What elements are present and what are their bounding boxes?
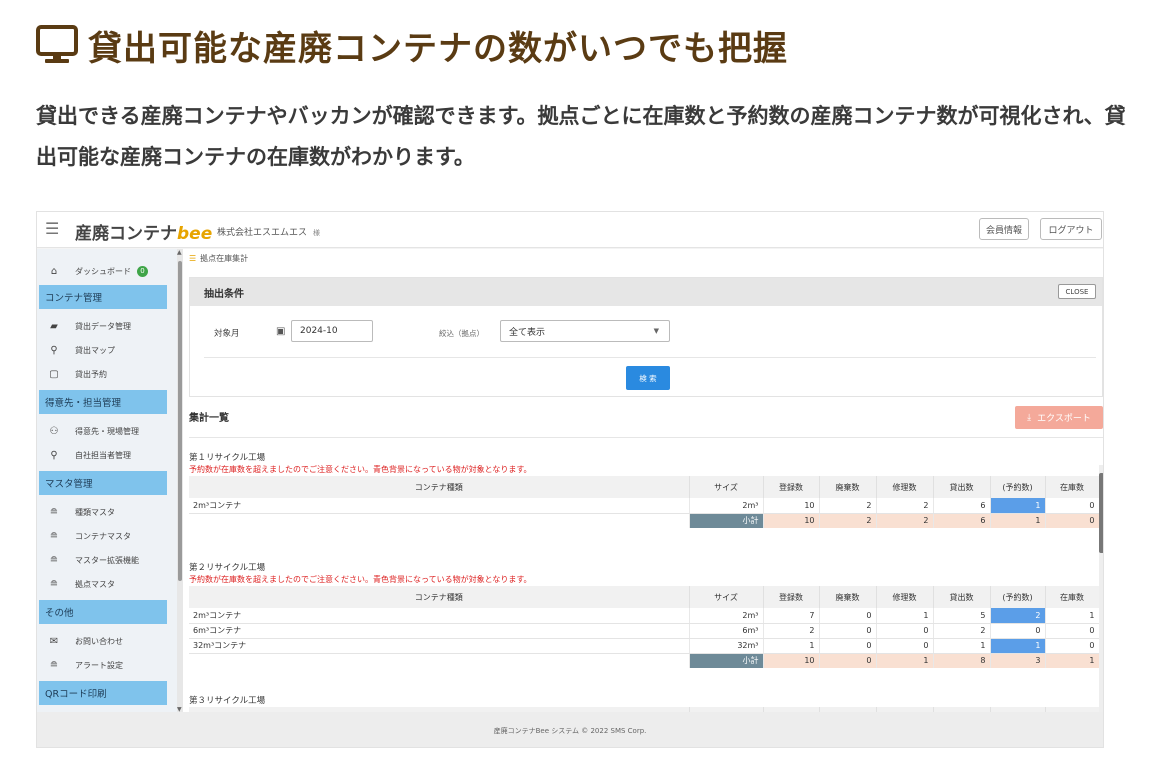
sidebar-section-container[interactable]: コンテナ管理 bbox=[39, 285, 167, 309]
breadcrumb: ☰ 拠点在庫集計 bbox=[189, 254, 249, 263]
inventory-table: コンテナ種類 サイズ 登録数 廃棄数 修理数 貸出数 (予約数) 在庫数 2m³コンテナ 2m… bbox=[189, 476, 1100, 528]
sidebar-item-master-extension[interactable]: ≘ マスター拡張機能 bbox=[37, 549, 177, 571]
table-header-row: コンテナ種類サイズ登録数廃棄数修理数貸出数(予約数)在庫数 bbox=[189, 476, 1100, 498]
app-logo: 産廃コンテナbee bbox=[75, 224, 213, 244]
table-header-row: コンテナ種類サイズ登録数廃棄数修理数貸出数(予約数)在庫数 bbox=[189, 586, 1100, 608]
warning-message: 予約数が在庫数を超えましたのでご注意ください。青色背景になっている物が対象となり… bbox=[189, 465, 532, 474]
month-label: 対象月 bbox=[214, 329, 240, 339]
divider bbox=[189, 437, 1103, 438]
warning-message: 予約数が在庫数を超えましたのでご注意ください。青色背景になっている物が対象となり… bbox=[189, 575, 532, 584]
alert-cell: 1 bbox=[990, 638, 1046, 654]
calendar-icon: ▢ bbox=[49, 368, 59, 380]
subtotal-row: 小計 10 0 1 8 3 1 bbox=[189, 653, 1100, 668]
users-icon: ⚇ bbox=[49, 425, 59, 437]
footer: 産廃コンテナBee システム © 2022 SMS Corp. bbox=[37, 712, 1103, 747]
sidebar-item-lending-data[interactable]: ▰ 貸出データ管理 bbox=[37, 315, 177, 337]
database-icon: ≘ bbox=[49, 554, 59, 566]
sidebar-section-other[interactable]: その他 bbox=[39, 600, 167, 624]
map-pin-icon: ⚲ bbox=[50, 344, 58, 356]
promo-title: 貸出可能な産廃コンテナの数がいつでも把握 bbox=[88, 28, 788, 69]
sidebar-item-lending-reservation[interactable]: ▢ 貸出予約 bbox=[37, 363, 177, 385]
hamburger-menu-icon[interactable]: ☰ bbox=[45, 219, 59, 238]
notification-badge: 0 bbox=[137, 265, 148, 277]
factory-section: 第３リサイクル工場 コンテナ種類サイズ登録数廃棄数修理数貸出数(予約数)在庫数 bbox=[189, 695, 1100, 712]
list-title: 集計一覧 bbox=[189, 413, 229, 424]
sidebar: ⌂ ダッシュボード 0 コンテナ管理 ▰ 貸出データ管理 ⚲ 貸出マップ ▢ 貸… bbox=[37, 249, 177, 712]
top-bar: ☰ 産廃コンテナbee 株式会社エスエムエス様 会員情報 ログアウト bbox=[37, 212, 1103, 248]
sidebar-item-base-master[interactable]: ≘ 拠点マスタ bbox=[37, 573, 177, 595]
factory-name: 第１リサイクル工場 bbox=[189, 453, 266, 463]
sidebar-item-container-master[interactable]: ≘ コンテナマスタ bbox=[37, 525, 177, 547]
calendar-icon[interactable]: ▣ bbox=[276, 326, 285, 337]
inventory-table: コンテナ種類 サイズ 登録数 廃棄数 修理数 貸出数 (予約数) 在庫数 2m³コンテナ 2m… bbox=[189, 586, 1100, 668]
database-icon: ≘ bbox=[49, 506, 59, 518]
user-icon: ⚲ bbox=[50, 449, 58, 461]
member-info-button[interactable]: 会員情報 bbox=[979, 218, 1029, 240]
database-icon: ≘ bbox=[49, 530, 59, 542]
export-button[interactable]: ⤓ エクスポート bbox=[1015, 406, 1103, 429]
chevron-down-icon: ▼ bbox=[653, 327, 659, 335]
table-row: 6m³コンテナ 6m³ 2 0 0 2 0 0 bbox=[189, 623, 1100, 639]
promo-heading: 貸出可能な産廃コンテナの数がいつでも把握 bbox=[36, 20, 788, 70]
table-row: 2m³コンテナ 2m³ 10 2 2 6 1 0 bbox=[189, 498, 1100, 514]
subtotal-row: 小計 10 2 2 6 1 0 bbox=[189, 513, 1100, 528]
mail-icon: ✉ bbox=[49, 635, 59, 647]
factory-name: 第３リサイクル工場 bbox=[189, 696, 266, 706]
sidebar-item-customers-sites[interactable]: ⚇ 得意先・現場管理 bbox=[37, 420, 177, 442]
sidebar-item-contact[interactable]: ✉ お問い合わせ bbox=[37, 630, 177, 652]
filter-panel: 抽出条件 CLOSE 対象月 ▣ 2024-10 絞込（拠点） 全て表示 ▼ 検… bbox=[189, 277, 1103, 397]
table-scrollbar[interactable] bbox=[1099, 465, 1103, 712]
scroll-up-icon[interactable]: ▲ bbox=[177, 249, 182, 256]
table-row: 2m³コンテナ 2m³ 7 0 1 5 2 1 bbox=[189, 608, 1100, 624]
home-icon: ⌂ bbox=[50, 265, 58, 277]
download-icon: ⤓ bbox=[1027, 412, 1032, 423]
logout-button[interactable]: ログアウト bbox=[1040, 218, 1102, 240]
table-row: 32m³コンテナ 32m³ 1 0 0 1 1 0 bbox=[189, 638, 1100, 654]
factory-name: 第２リサイクル工場 bbox=[189, 563, 266, 573]
truck-icon: ▰ bbox=[50, 320, 58, 332]
alert-cell: 1 bbox=[990, 498, 1046, 514]
company-name: 株式会社エスエムエス様 bbox=[217, 228, 321, 238]
close-button[interactable]: CLOSE bbox=[1058, 284, 1096, 299]
list-icon: ☰ bbox=[189, 254, 197, 263]
month-input[interactable]: 2024-10 bbox=[291, 320, 373, 342]
sidebar-item-alert-settings[interactable]: ≘ アラート設定 bbox=[37, 654, 177, 676]
base-select[interactable]: 全て表示 ▼ bbox=[500, 320, 670, 342]
main-content: ☰ 拠点在庫集計 抽出条件 CLOSE 対象月 ▣ 2024-10 絞込（拠点） … bbox=[183, 249, 1103, 712]
sidebar-item-lending-map[interactable]: ⚲ 貸出マップ bbox=[37, 339, 177, 361]
alert-cell: 2 bbox=[990, 608, 1046, 624]
promo-description: 貸出できる産廃コンテナやバッカンが確認できます。拠点ごとに在庫数と予約数の産廃コ… bbox=[36, 104, 1126, 169]
search-button[interactable]: 検 索 bbox=[626, 366, 670, 390]
database-icon: ≘ bbox=[49, 578, 59, 590]
sidebar-section-master[interactable]: マスタ管理 bbox=[39, 471, 167, 495]
factory-section: 第２リサイクル工場 予約数が在庫数を超えましたのでご注意ください。青色背景になっ… bbox=[189, 562, 1100, 668]
sidebar-item-dashboard[interactable]: ⌂ ダッシュボード 0 bbox=[37, 260, 177, 282]
base-filter-label: 絞込（拠点） bbox=[439, 329, 484, 338]
sidebar-item-staff[interactable]: ⚲ 自社担当者管理 bbox=[37, 444, 177, 466]
sidebar-item-type-master[interactable]: ≘ 種類マスタ bbox=[37, 501, 177, 523]
monitor-icon bbox=[36, 25, 78, 63]
sidebar-section-customers[interactable]: 得意先・担当管理 bbox=[39, 390, 167, 414]
app-window: ☰ 産廃コンテナbee 株式会社エスエムエス様 会員情報 ログアウト ⌂ ダッシ… bbox=[36, 211, 1104, 748]
factory-section: 第１リサイクル工場 予約数が在庫数を超えましたのでご注意ください。青色背景になっ… bbox=[189, 452, 1100, 528]
divider bbox=[204, 357, 1096, 358]
database-icon: ≘ bbox=[49, 659, 59, 671]
sidebar-section-qr[interactable]: QRコード印刷 bbox=[39, 681, 167, 705]
filter-panel-title: 抽出条件 bbox=[190, 278, 1102, 306]
